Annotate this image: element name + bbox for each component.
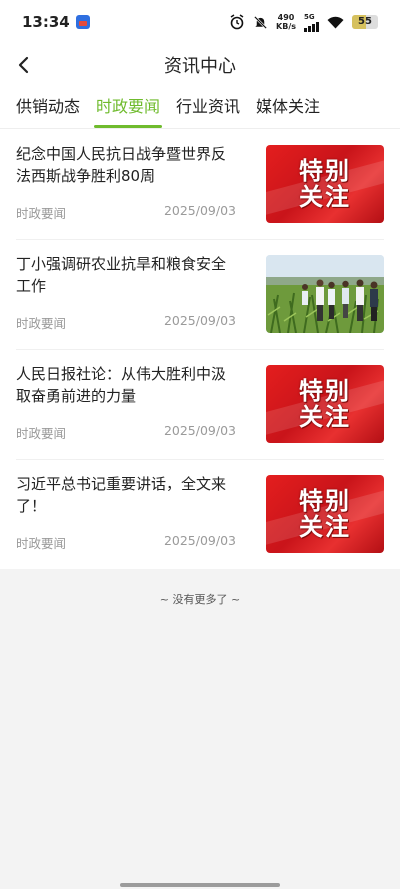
article-text: 纪念中国人民抗日战争暨世界反法西斯战争胜利80周 时政要闻 2025/09/03 [16,129,266,239]
mute-bell-icon [254,15,267,29]
article-meta: 时政要闻 2025/09/03 [16,533,236,552]
article-meta: 时政要闻 2025/09/03 [16,313,236,332]
tab-media-focus[interactable]: 媒体关注 [256,86,320,128]
status-bar: 13:34 490 KB/s 5G 55 [0,0,400,44]
article-date: 2025/09/03 [163,203,236,218]
signal-bars-icon [304,21,319,32]
thumb-text-line-2: 关注 [299,512,351,541]
battery-level: 55 [358,16,372,27]
article-date: 2025/09/03 [163,423,236,438]
article-item[interactable]: 丁小强调研农业抗旱和粮食安全工作 时政要闻 2025/09/03 [0,239,400,349]
alarm-icon [230,14,244,30]
field-inspection-photo [266,255,384,333]
network-speed: 490 KB/s [276,13,296,31]
article-item[interactable]: 习近平总书记重要讲话，全文来了！ 时政要闻 2025/09/03 特别 关注 [0,459,400,569]
thumb-text-line-1: 特别 [299,156,351,185]
battery-icon: 55 [352,15,378,29]
network-type: 5G [304,12,315,21]
article-list: 纪念中国人民抗日战争暨世界反法西斯战争胜利80周 时政要闻 2025/09/03… [0,129,400,569]
article-text: 人民日报社论：从伟大胜利中汲取奋勇前进的力量 时政要闻 2025/09/03 [16,349,266,459]
tab-industry-news[interactable]: 行业资讯 [176,86,240,128]
article-category: 时政要闻 [16,316,67,331]
special-focus-thumbnail: 特别 关注 [266,475,384,553]
article-title: 人民日报社论：从伟大胜利中汲取奋勇前进的力量 [16,365,227,405]
home-indicator[interactable] [120,883,280,887]
net-speed-unit: KB/s [276,22,296,31]
status-left: 13:34 [22,13,90,31]
special-focus-thumbnail: 特别 关注 [266,365,384,443]
article-title: 丁小强调研农业抗旱和粮食安全工作 [16,255,227,295]
article-item[interactable]: 人民日报社论：从伟大胜利中汲取奋勇前进的力量 时政要闻 2025/09/03 特… [0,349,400,459]
net-speed-value: 490 [277,13,295,22]
field-photo-illustration [266,255,384,333]
thumb-text-line-2: 关注 [299,402,351,431]
cellular-signal: 5G [304,13,319,32]
status-time: 13:34 [22,13,70,31]
special-focus-thumbnail: 特别 关注 [266,145,384,223]
top-area: 13:34 490 KB/s 5G 55 资讯中心 供销动态 时政要闻 行业资讯… [0,0,400,129]
article-meta: 时政要闻 2025/09/03 [16,203,236,222]
nav-bar: 资讯中心 [0,44,400,86]
page-title: 资讯中心 [164,56,236,77]
article-title: 纪念中国人民抗日战争暨世界反法西斯战争胜利80周 [16,145,227,185]
article-category: 时政要闻 [16,536,67,551]
article-category: 时政要闻 [16,426,67,441]
status-right: 490 KB/s 5G 55 [229,13,378,32]
article-item[interactable]: 纪念中国人民抗日战争暨世界反法西斯战争胜利80周 时政要闻 2025/09/03… [0,129,400,239]
article-date: 2025/09/03 [163,533,236,548]
tab-supply-news[interactable]: 供销动态 [16,86,80,128]
category-tabs: 供销动态 时政要闻 行业资讯 媒体关注 [0,86,400,129]
article-text: 丁小强调研农业抗旱和粮食安全工作 时政要闻 2025/09/03 [16,239,266,349]
article-category: 时政要闻 [16,206,67,221]
article-title: 习近平总书记重要讲话，全文来了！ [16,475,227,515]
article-meta: 时政要闻 2025/09/03 [16,423,236,442]
article-text: 习近平总书记重要讲话，全文来了！ 时政要闻 2025/09/03 [16,459,266,569]
no-more-indicator: ~ 没有更多了 ~ [159,593,241,606]
wifi-icon [327,16,344,28]
app-notification-icon [75,15,90,29]
thumb-text-line-1: 特别 [299,376,351,405]
thumb-text-line-2: 关注 [299,182,351,211]
back-arrow-icon[interactable] [10,50,40,80]
tab-politics-news[interactable]: 时政要闻 [94,86,163,128]
article-date: 2025/09/03 [163,313,236,328]
thumb-text-line-1: 特别 [299,486,351,515]
